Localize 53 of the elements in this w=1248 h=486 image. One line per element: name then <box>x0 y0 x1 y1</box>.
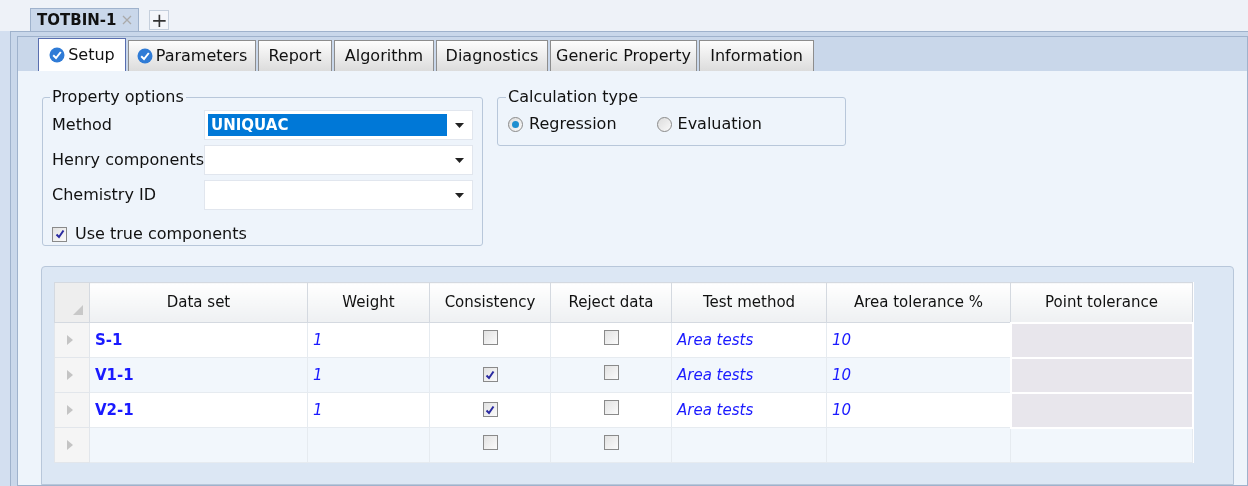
tab[interactable]: Report <box>258 40 332 71</box>
tab[interactable]: Information <box>699 40 814 71</box>
checkbox[interactable] <box>52 226 67 242</box>
table-cell: V2-1 <box>89 392 308 428</box>
table-cell: Area tests <box>671 322 827 358</box>
caret-icon <box>455 122 464 128</box>
tab[interactable]: Parameters <box>128 40 256 71</box>
table-cell: 1 <box>307 392 430 428</box>
checkbox[interactable] <box>603 434 619 450</box>
table-cell: 1 <box>307 322 430 358</box>
table-cell: Area tests <box>671 392 827 428</box>
use-true-components-checkbox[interactable]: Use true components <box>52 222 473 246</box>
document-tab[interactable]: TOTBIN-1 <box>30 8 140 31</box>
dropdown[interactable]: UNIQUAC <box>204 110 473 140</box>
row-pointer-icon <box>67 370 73 380</box>
tab[interactable]: Setup <box>38 38 126 71</box>
field-label: Henry components <box>52 149 204 171</box>
tab[interactable]: Diagnostics <box>436 40 548 71</box>
table-cell: 1 <box>307 357 430 393</box>
radio-button[interactable] <box>656 116 672 132</box>
new-tab-button[interactable]: + <box>149 10 170 30</box>
column-header[interactable]: Point tolerance <box>1010 282 1193 323</box>
column-header[interactable]: Data set <box>89 282 308 323</box>
corner-triangle-icon <box>73 304 83 315</box>
field-label: Method <box>52 114 113 136</box>
group-title: Calculation type <box>507 86 640 108</box>
checkbox[interactable] <box>482 367 498 383</box>
column-header[interactable]: Area tolerance % <box>826 282 1011 323</box>
table-cell: S-1 <box>89 322 308 358</box>
table-cell: Area tests <box>671 357 827 393</box>
group-title: Property options <box>51 86 185 108</box>
checkbox[interactable] <box>603 399 619 415</box>
caret-icon <box>455 192 464 198</box>
caret-icon <box>455 157 464 163</box>
checkbox[interactable] <box>603 364 619 380</box>
radio-button[interactable] <box>508 116 523 132</box>
table-cell: V1-1 <box>89 357 308 393</box>
checkbox[interactable] <box>482 329 498 345</box>
tab[interactable]: Algorithm <box>334 40 434 71</box>
checkbox[interactable] <box>603 329 619 345</box>
radio-option[interactable]: Evaluation <box>656 112 762 136</box>
column-header[interactable]: Weight <box>307 282 430 323</box>
row-pointer-icon <box>67 440 73 450</box>
field-label: Chemistry ID <box>52 184 157 206</box>
row-pointer-icon <box>67 405 73 415</box>
column-header[interactable]: Test method <box>671 282 827 323</box>
column-header[interactable]: Consistency <box>429 282 551 323</box>
tab[interactable]: Generic Property <box>550 40 697 71</box>
radio-option[interactable]: Regression <box>508 112 617 136</box>
column-header[interactable]: Reject data <box>550 282 672 323</box>
checkbox[interactable] <box>482 402 498 418</box>
row-pointer-icon <box>67 335 73 345</box>
checkbox[interactable] <box>482 434 498 450</box>
